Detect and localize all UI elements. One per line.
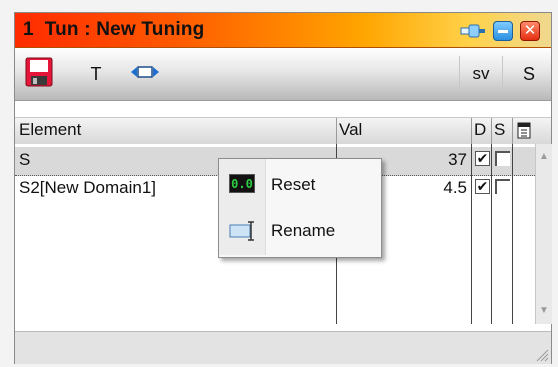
header-d[interactable]: D — [474, 120, 486, 140]
toolbar: T sv S — [15, 48, 551, 101]
fit-width-button[interactable] — [125, 56, 165, 92]
header-separator[interactable] — [336, 118, 337, 144]
s-checkbox[interactable] — [495, 179, 510, 194]
vertical-scrollbar[interactable]: ▲ ▼ — [535, 144, 552, 324]
menu-item-rename[interactable]: Rename — [219, 211, 379, 251]
text-tool-button[interactable]: T — [81, 56, 111, 92]
column-divider — [512, 144, 513, 324]
context-menu: 0.0 Reset Rename — [218, 158, 382, 258]
header-separator[interactable] — [471, 118, 472, 144]
title-bar[interactable]: 1 Tun : New Tuning ✕ — [15, 13, 551, 48]
s-button[interactable]: S — [511, 56, 547, 92]
resize-grip-icon[interactable] — [535, 348, 549, 362]
row-element: S — [19, 150, 31, 169]
scroll-down-icon[interactable]: ▼ — [538, 304, 550, 318]
minimize-button[interactable] — [493, 21, 513, 41]
column-chooser-icon[interactable] — [516, 121, 532, 144]
row-element: S2[New Domain1] — [19, 178, 157, 197]
table-header: Element Val D S — [15, 117, 551, 145]
window-title: 1 Tun : New Tuning — [23, 19, 205, 40]
d-checkbox-checked[interactable]: ✔ — [475, 151, 490, 166]
status-bar — [15, 331, 551, 364]
scroll-up-icon[interactable]: ▲ — [538, 150, 550, 164]
header-element[interactable]: Element — [19, 120, 81, 140]
menu-item-label: Rename — [271, 221, 336, 240]
d-checkbox-checked[interactable]: ✔ — [475, 179, 490, 194]
header-val[interactable]: Val — [339, 120, 362, 140]
s-checkbox[interactable] — [495, 151, 510, 166]
header-separator[interactable] — [491, 118, 492, 144]
column-divider — [471, 144, 472, 324]
pin-icon[interactable] — [460, 23, 486, 39]
column-divider — [491, 144, 492, 324]
menu-item-label: Reset — [271, 175, 316, 194]
reset-display-icon: 0.0 — [229, 174, 255, 193]
close-button[interactable]: ✕ — [520, 21, 540, 41]
sv-button[interactable]: sv — [459, 56, 503, 92]
resize-horizontal-icon — [130, 64, 160, 85]
save-button[interactable] — [19, 56, 59, 92]
rename-icon — [229, 220, 257, 247]
floppy-disk-icon — [25, 57, 53, 92]
header-separator[interactable] — [512, 118, 513, 144]
header-s[interactable]: S — [494, 120, 505, 140]
menu-item-reset[interactable]: 0.0 Reset — [219, 165, 379, 205]
